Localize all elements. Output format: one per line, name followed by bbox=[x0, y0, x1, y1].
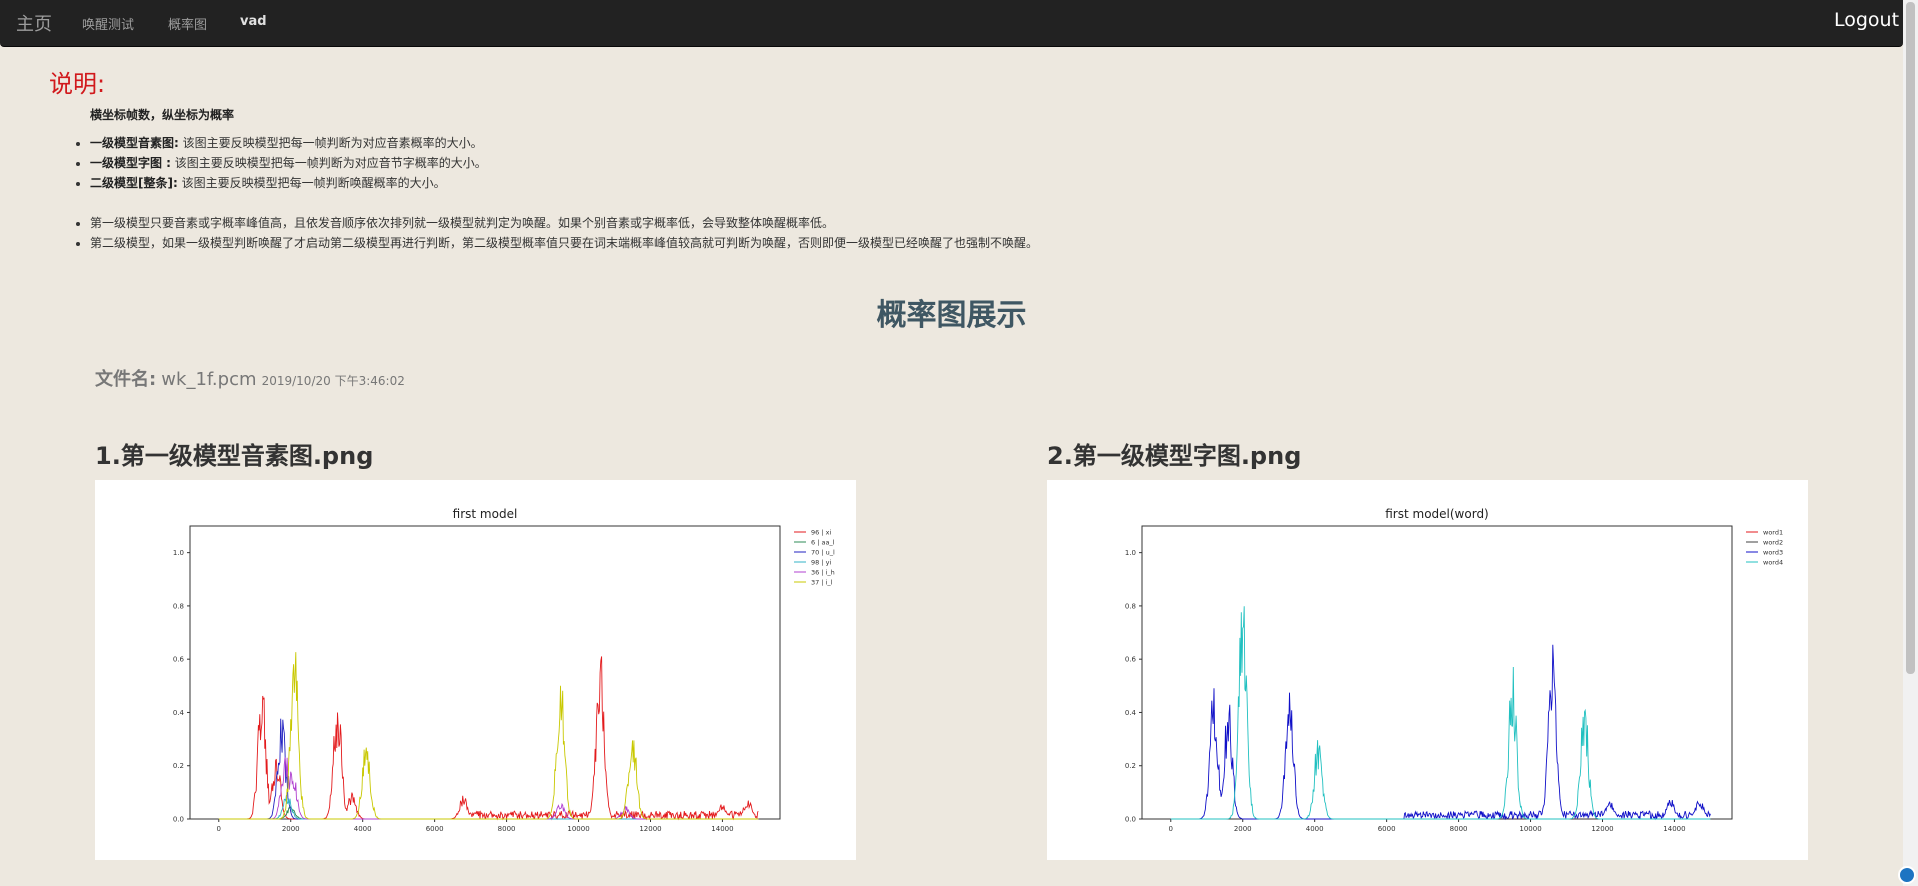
logout-link[interactable]: Logout bbox=[1834, 9, 1899, 31]
legend-label: 96 | xi bbox=[811, 529, 831, 537]
legend-label: word2 bbox=[1763, 539, 1783, 547]
y-tick-label: 1.0 bbox=[1125, 549, 1136, 557]
plot-frame bbox=[189, 525, 781, 820]
series-line bbox=[218, 656, 759, 821]
y-tick-label: 1.0 bbox=[173, 549, 184, 557]
legend-label: 6 | aa_l bbox=[811, 539, 835, 547]
file-timestamp: 2019/10/20 下午3:46:02 bbox=[261, 374, 405, 388]
list-item: 第一级模型只要音素或字概率峰值高，且依发音顺序依次排列就一级模型就判定为唤醒。如… bbox=[90, 213, 1038, 233]
y-tick-label: 0.2 bbox=[173, 762, 184, 770]
note-text: 该图主要反映模型把每一帧判断唤醒概率的大小。 bbox=[177, 176, 446, 190]
x-tick-label: 2000 bbox=[282, 825, 300, 833]
chart-1-image: first model 0 2000 4000 6000 8000 10000 12000 14… bbox=[95, 480, 856, 860]
x-tick-label: 8000 bbox=[498, 825, 516, 833]
list-item: 一级模型音素图: 该图主要反映模型把每一帧判断为对应音素概率的大小。 bbox=[90, 133, 1038, 153]
x-tick-label: 0 bbox=[1169, 825, 1173, 833]
list-item: 第二级模型，如果一级模型判断唤醒了才启动第二级模型再进行判断，第二级模型概率值只… bbox=[90, 233, 1038, 253]
chart-title: first model(word) bbox=[1385, 507, 1489, 521]
x-tick-label: 6000 bbox=[426, 825, 444, 833]
series-line bbox=[218, 652, 759, 820]
note-term: 一级模型字图 : bbox=[90, 156, 171, 170]
x-tick-label: 12000 bbox=[639, 825, 661, 833]
legend-label: 37 | i_l bbox=[811, 579, 833, 587]
y-tick-label: 0.6 bbox=[1125, 656, 1137, 664]
chart-2-heading: 2.第一级模型字图.png bbox=[1047, 442, 1302, 470]
y-tick-label: 0.0 bbox=[1125, 816, 1136, 824]
note-text: 第一级模型只要音素或字概率峰值高，且依发音顺序依次排列就一级模型就判定为唤醒。如… bbox=[90, 216, 835, 230]
legend-label: 36 | i_h bbox=[811, 569, 835, 577]
plot-frame bbox=[1141, 525, 1733, 820]
x-tick-label: 2000 bbox=[1234, 825, 1252, 833]
word-probability-chart: first model(word) 0 2000 4000 6000 8000 10000 1… bbox=[1125, 507, 1783, 833]
nav-wake-test-link[interactable]: 唤醒测试 bbox=[82, 14, 134, 33]
assistant-icon[interactable] bbox=[1898, 866, 1916, 884]
y-tick-label: 0.4 bbox=[173, 709, 185, 717]
x-tick-label: 14000 bbox=[711, 825, 733, 833]
x-tick-label: 10000 bbox=[567, 825, 589, 833]
legend-label: word1 bbox=[1763, 529, 1783, 537]
legend-label: word3 bbox=[1763, 549, 1783, 557]
x-tick-label: 6000 bbox=[1378, 825, 1396, 833]
legend-label: word4 bbox=[1763, 559, 1783, 567]
chart-1-heading: 1.第一级模型音素图.png bbox=[95, 442, 374, 470]
series-line bbox=[1170, 644, 1711, 821]
notes-title: 说明: bbox=[49, 70, 106, 98]
series-line bbox=[1170, 606, 1711, 820]
chart-2-image: first model(word) 0 2000 4000 6000 8000 10000 1… bbox=[1047, 480, 1808, 860]
note-text: 该图主要反映模型把每一帧判断为对应音素概率的大小。 bbox=[178, 136, 483, 150]
axis-note: 横坐标帧数，纵坐标为概率 bbox=[90, 108, 235, 122]
nav-home-link[interactable]: 主页 bbox=[16, 10, 52, 36]
y-tick-label: 0.4 bbox=[1125, 709, 1137, 717]
file-info: 文件名: wk_1f.pcm 2019/10/20 下午3:46:02 bbox=[95, 365, 405, 391]
nav-probability-chart-link[interactable]: 概率图 bbox=[168, 14, 207, 33]
chart-title: first model bbox=[453, 507, 518, 521]
x-tick-label: 14000 bbox=[1663, 825, 1685, 833]
y-tick-label: 0.2 bbox=[1125, 762, 1136, 770]
note-term: 一级模型音素图: bbox=[90, 136, 179, 150]
legend-label: 98 | yi bbox=[811, 559, 831, 567]
x-tick-label: 4000 bbox=[1306, 825, 1324, 833]
note-text: 该图主要反映模型把每一帧判断为对应音节字概率的大小。 bbox=[170, 156, 487, 170]
y-tick-label: 0.8 bbox=[173, 602, 184, 610]
phoneme-probability-chart: first model 0 2000 4000 6000 8000 10000 12000 14… bbox=[173, 507, 835, 833]
scrollbar-thumb[interactable] bbox=[1906, 2, 1915, 674]
y-tick-label: 0.0 bbox=[173, 816, 184, 824]
nav-vad-link[interactable]: vad bbox=[240, 14, 267, 29]
x-tick-label: 8000 bbox=[1450, 825, 1468, 833]
list-item: 二级模型[整条]: 该图主要反映模型把每一帧判断唤醒概率的大小。 bbox=[90, 173, 1038, 193]
x-tick-label: 4000 bbox=[354, 825, 372, 833]
note-text: 第二级模型，如果一级模型判断唤醒了才启动第二级模型再进行判断，第二级模型概率值只… bbox=[90, 236, 1039, 250]
x-tick-label: 0 bbox=[217, 825, 221, 833]
x-tick-label: 10000 bbox=[1519, 825, 1541, 833]
file-name: wk_1f.pcm bbox=[161, 369, 257, 390]
x-tick-label: 12000 bbox=[1591, 825, 1613, 833]
y-tick-label: 0.8 bbox=[1125, 602, 1136, 610]
file-label: 文件名: bbox=[95, 369, 157, 390]
note-term: 二级模型[整条]: bbox=[90, 176, 178, 190]
top-navbar: 主页 唤醒测试 概率图 vad Logout bbox=[0, 0, 1903, 47]
list-item: 一级模型字图 : 该图主要反映模型把每一帧判断为对应音节字概率的大小。 bbox=[90, 153, 1038, 173]
y-tick-label: 0.6 bbox=[173, 656, 185, 664]
section-title: 概率图展示 bbox=[876, 298, 1027, 333]
legend-label: 70 | u_l bbox=[811, 549, 835, 557]
notes-list: 一级模型音素图: 该图主要反映模型把每一帧判断为对应音素概率的大小。 一级模型字… bbox=[72, 133, 1038, 253]
